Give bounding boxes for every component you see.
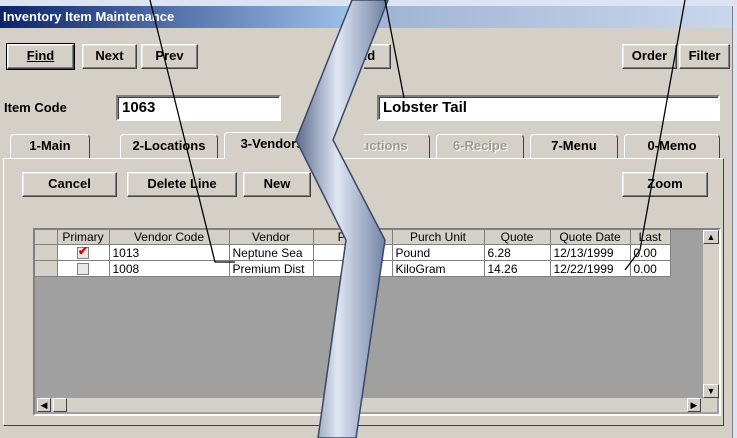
quote-date-cell[interactable]: 12/22/1999 bbox=[550, 260, 631, 277]
find-button[interactable]: Find bbox=[6, 43, 75, 70]
table-header-row: Purch Unit Quote Quote Date Last bbox=[364, 230, 671, 245]
quote-date-cell[interactable]: 12/13/1999 bbox=[550, 244, 631, 261]
purch-unit-cell[interactable]: Pound bbox=[392, 244, 485, 261]
titlebar-right bbox=[364, 6, 732, 28]
delete-line-button[interactable]: Delete Line bbox=[127, 172, 237, 197]
vendor-table-right: Purch Unit Quote Quote Date Last Pound 6… bbox=[364, 230, 671, 277]
next-button-label: Next bbox=[95, 48, 124, 63]
column-header-quote[interactable]: Quote bbox=[484, 230, 551, 245]
order-button-label: Order bbox=[631, 48, 668, 63]
item-code-field[interactable]: 1063 bbox=[116, 95, 281, 121]
column-header-vendor[interactable]: Vendor bbox=[229, 230, 314, 245]
next-button[interactable]: Next bbox=[82, 44, 137, 69]
dialog-left-pane: Inventory Item Maintenance Find Next Pre… bbox=[0, 6, 372, 438]
row-selector[interactable] bbox=[35, 244, 58, 261]
prev-button-label: Prev bbox=[155, 48, 184, 63]
horizontal-scrollbar-right[interactable]: ▶ bbox=[364, 398, 717, 412]
filter-button-label: Filter bbox=[688, 48, 721, 63]
zoom-button[interactable]: Zoom bbox=[622, 172, 708, 197]
add-button[interactable]: Add bbox=[364, 44, 391, 69]
column-header-pl-cont[interactable] bbox=[364, 230, 393, 245]
tab-recipe: 6-Recipe bbox=[436, 134, 524, 158]
window-title: Inventory Item Maintenance bbox=[0, 6, 372, 28]
primary-checkbox-checked[interactable] bbox=[77, 245, 89, 260]
item-code-label: Item Code bbox=[4, 100, 67, 115]
purch-unit-cell[interactable]: KiloGram bbox=[392, 260, 485, 277]
table-row[interactable]: Pound 6.28 12/13/1999 0.00 bbox=[364, 244, 671, 261]
pl-cell[interactable] bbox=[364, 244, 393, 261]
cancel-button-label: Cancel bbox=[48, 176, 91, 191]
delete-line-button-label: Delete Line bbox=[147, 176, 217, 191]
table-row[interactable]: 1013 Neptune Sea bbox=[35, 244, 372, 261]
vendor-grid-left[interactable]: Primary Vendor Code Vendor Pl 1013 Neptu… bbox=[33, 228, 372, 416]
vertical-scrollbar[interactable]: ▲ ▼ bbox=[703, 230, 719, 398]
last-cell[interactable]: 0.00 bbox=[630, 244, 671, 261]
tab-menu[interactable]: 7-Menu bbox=[530, 134, 618, 158]
column-header-vendor-code[interactable]: Vendor Code bbox=[109, 230, 230, 245]
tab-memo[interactable]: 0-Memo bbox=[624, 134, 720, 158]
tab-vendors[interactable]: 3-Vendors bbox=[224, 132, 320, 159]
column-header-quote-date[interactable]: Quote Date bbox=[550, 230, 631, 245]
find-button-label: Find bbox=[26, 48, 55, 63]
table-row[interactable]: KiloGram 14.26 12/22/1999 0.00 bbox=[364, 260, 671, 277]
primary-cell[interactable] bbox=[57, 260, 110, 277]
vendor-table-left: Primary Vendor Code Vendor Pl 1013 Neptu… bbox=[35, 230, 372, 277]
column-header-last[interactable]: Last bbox=[630, 230, 671, 245]
add-button-label: Add bbox=[364, 48, 376, 63]
quote-cell[interactable]: 6.28 bbox=[484, 244, 551, 261]
last-cell[interactable]: 0.00 bbox=[630, 260, 671, 277]
row-selector-header bbox=[35, 230, 58, 245]
tab-instructions: ructions bbox=[364, 134, 430, 158]
quote-cell[interactable]: 14.26 bbox=[484, 260, 551, 277]
scroll-down-icon[interactable]: ▼ bbox=[703, 384, 719, 398]
vendor-cell[interactable]: Neptune Sea bbox=[229, 244, 314, 261]
tab-main[interactable]: 1-Main bbox=[10, 134, 90, 158]
column-header-purch-unit[interactable]: Purch Unit bbox=[392, 230, 485, 245]
new-button[interactable]: New bbox=[243, 172, 311, 197]
scroll-left-icon[interactable]: ◀ bbox=[37, 398, 51, 412]
description-field[interactable]: Lobster Tail bbox=[377, 95, 720, 121]
scroll-thumb[interactable] bbox=[53, 398, 67, 412]
primary-cell[interactable] bbox=[57, 244, 110, 261]
vendor-grid-right[interactable]: Purch Unit Quote Quote Date Last Pound 6… bbox=[364, 228, 721, 416]
row-selector[interactable] bbox=[35, 260, 58, 277]
new-button-label: New bbox=[263, 176, 291, 191]
table-header-row: Primary Vendor Code Vendor Pl bbox=[35, 230, 372, 245]
pl-cell[interactable] bbox=[364, 260, 393, 277]
vendor-code-cell[interactable]: 1008 bbox=[109, 260, 230, 277]
table-row[interactable]: 1008 Premium Dist bbox=[35, 260, 372, 277]
prev-button[interactable]: Prev bbox=[141, 44, 198, 69]
column-header-primary[interactable]: Primary bbox=[57, 230, 110, 245]
filter-button[interactable]: Filter bbox=[679, 44, 730, 69]
tab-locations[interactable]: 2-Locations bbox=[120, 134, 218, 158]
dialog-right-pane: Add Order Filter n Lobster Tail ructions… bbox=[364, 6, 733, 438]
zoom-button-label: Zoom bbox=[647, 176, 683, 191]
cancel-button[interactable]: Cancel bbox=[22, 172, 117, 197]
order-button[interactable]: Order bbox=[622, 44, 677, 69]
primary-checkbox-unchecked[interactable] bbox=[77, 263, 89, 276]
scroll-right-icon[interactable]: ▶ bbox=[687, 398, 701, 412]
horizontal-scrollbar[interactable]: ◀ bbox=[37, 398, 372, 412]
scroll-up-icon[interactable]: ▲ bbox=[703, 230, 719, 244]
vendor-code-cell[interactable]: 1013 bbox=[109, 244, 230, 261]
vendor-cell[interactable]: Premium Dist bbox=[229, 260, 314, 277]
